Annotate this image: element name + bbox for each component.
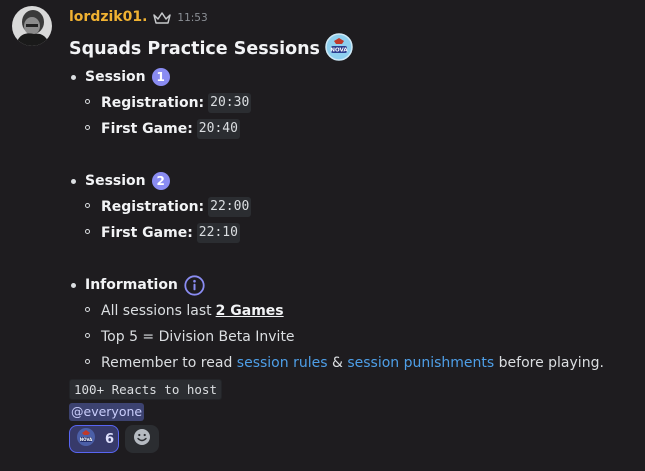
session-label: Session	[85, 69, 146, 85]
title-text: Squads Practice Sessions	[69, 39, 320, 59]
field-label: First Game:	[101, 225, 193, 241]
info-text: Top 5 = Division Beta Invite	[101, 329, 295, 345]
nova-emoji-icon: NOVA	[325, 32, 353, 66]
session-rules-link[interactable]: session rules	[237, 355, 328, 371]
info-text: Remember to read	[101, 355, 237, 371]
info-text: All sessions last	[101, 303, 212, 319]
list-item: First Game: 20:40	[69, 116, 639, 142]
number-two-icon: 2	[151, 172, 170, 190]
reactions-bar: NOVA 6	[69, 425, 639, 453]
spacer	[69, 246, 639, 272]
everyone-mention[interactable]: @everyone	[69, 403, 145, 421]
number-one-icon: 1	[151, 68, 170, 86]
svg-text:NOVA: NOVA	[80, 437, 93, 442]
message-title: Squads Practice Sessions NOVA	[69, 32, 639, 66]
inline-code: 20:30	[208, 93, 252, 113]
timestamp: 11:53	[177, 12, 208, 24]
nova-emoji-icon: NOVA	[76, 427, 96, 451]
chat-message: lordzik01. 11:53 Squads Practice Session…	[0, 0, 645, 471]
list-item: All sessions last 2 Games	[69, 298, 639, 324]
username[interactable]: lordzik01.	[69, 9, 147, 25]
list-item: Top 5 = Division Beta Invite	[69, 324, 639, 350]
add-reaction-button[interactable]	[125, 425, 159, 453]
field-label: Registration:	[101, 199, 205, 215]
session-punishments-link[interactable]: session punishments	[347, 355, 494, 371]
crown-icon	[153, 9, 172, 28]
svg-text:NOVA: NOVA	[330, 47, 348, 53]
info-text: &	[327, 355, 348, 371]
list-item: Registration: 22:00	[69, 194, 639, 220]
list-item: Session 1	[69, 64, 639, 90]
code-note-row: 100+ Reacts to host	[69, 376, 639, 400]
code-block: 100+ Reacts to host	[69, 379, 222, 400]
list-item: Remember to read session rules & session…	[69, 350, 639, 376]
emphasis-text: 2 Games	[215, 303, 284, 319]
inline-code: 22:10	[196, 223, 240, 243]
smiley-icon	[133, 428, 151, 450]
inline-code: 22:00	[208, 197, 252, 217]
information-label: Information	[85, 277, 178, 293]
reaction-button[interactable]: NOVA 6	[69, 425, 119, 453]
inline-code: 20:40	[196, 119, 240, 139]
list-item: Information	[69, 272, 639, 298]
field-label: Registration:	[101, 95, 205, 111]
list-item: Session 2	[69, 168, 639, 194]
session-list: Session 1 Registration: 20:30 First Game…	[69, 64, 639, 376]
field-label: First Game:	[101, 121, 193, 137]
avatar[interactable]	[12, 6, 52, 46]
mention-row: @everyone	[69, 400, 639, 421]
info-icon	[184, 274, 205, 296]
list-item: First Game: 22:10	[69, 220, 639, 246]
session-label: Session	[85, 173, 146, 189]
reaction-count: 6	[105, 431, 115, 447]
message-content: Squads Practice Sessions NOVA Session 1 …	[69, 32, 639, 453]
message-header: lordzik01. 11:53	[69, 7, 208, 27]
spacer	[69, 142, 639, 168]
list-item: Registration: 20:30	[69, 90, 639, 116]
info-text: before playing.	[494, 355, 604, 371]
